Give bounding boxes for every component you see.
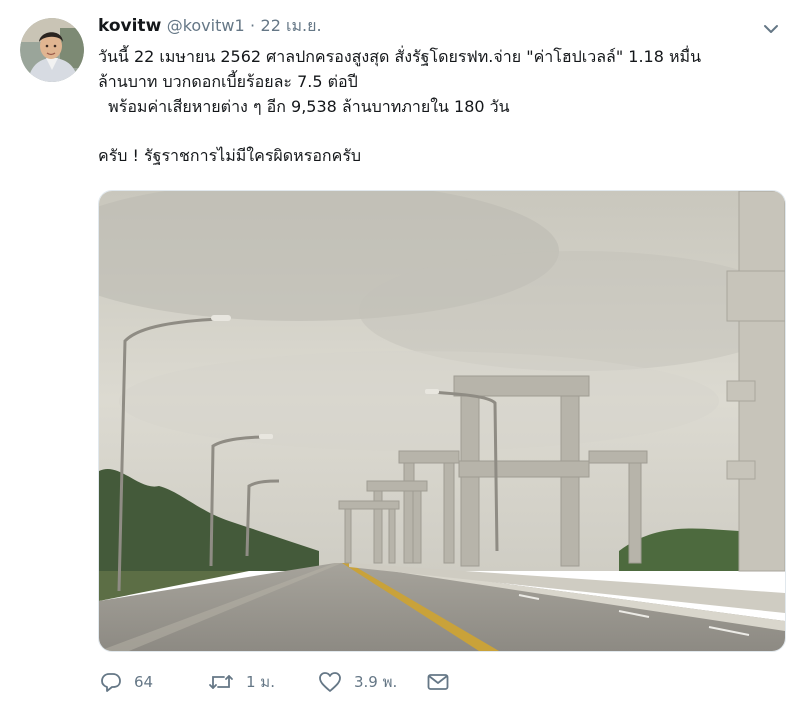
tweet-header: kovitw @kovitw1 · 22 เม.ย. xyxy=(98,14,322,39)
tweet-text-line: วันนี้ 22 เมษายน 2562 ศาลปกครองสูงสุด สั… xyxy=(98,47,702,66)
retweet-button[interactable]: 1 ม. xyxy=(208,668,275,696)
like-button[interactable]: 3.9 พ. xyxy=(318,668,397,696)
reply-count: 64 xyxy=(134,673,154,691)
author-handle[interactable]: @kovitw1 xyxy=(167,16,245,35)
tweet-text-line: ล้านบาท บวกดอกเบี้ยร้อยละ 7.5 ต่อปี xyxy=(98,72,358,91)
tweet-actions: 64 1 ม. 3.9 พ. xyxy=(100,668,500,696)
heart-icon xyxy=(319,672,341,692)
reply-icon xyxy=(101,673,121,692)
tweet-text: วันนี้ 22 เมษายน 2562 ศาลปกครองสูงสุด สั… xyxy=(98,44,788,168)
retweet-count: 1 ม. xyxy=(246,673,275,691)
tweet-text-line: พร้อมค่าเสียหายต่าง ๆ อีก 9,538 ล้านบาทภ… xyxy=(98,97,510,116)
hopewell-pillars-photo xyxy=(99,191,785,651)
mail-icon xyxy=(427,674,449,690)
retweet-icon xyxy=(209,675,233,689)
reply-button[interactable]: 64 xyxy=(100,668,153,696)
tweet-text-line: ครับ ! รัฐราชการไม่มีใครผิดหรอกครับ xyxy=(98,146,362,165)
avatar[interactable] xyxy=(20,18,84,82)
avatar-photo xyxy=(20,18,84,82)
tweet-card: kovitw @kovitw1 · 22 เม.ย. วันนี้ 22 เมษ… xyxy=(0,0,800,708)
tweet-photo[interactable] xyxy=(98,190,786,652)
tweet-timestamp[interactable]: 22 เม.ย. xyxy=(261,16,322,35)
separator-dot: · xyxy=(250,16,256,35)
direct-message-button[interactable] xyxy=(426,668,450,696)
tweet-menu-button[interactable] xyxy=(760,18,782,40)
like-count: 3.9 พ. xyxy=(354,673,398,691)
author-name[interactable]: kovitw xyxy=(98,16,161,36)
chevron-down-icon xyxy=(764,25,778,33)
